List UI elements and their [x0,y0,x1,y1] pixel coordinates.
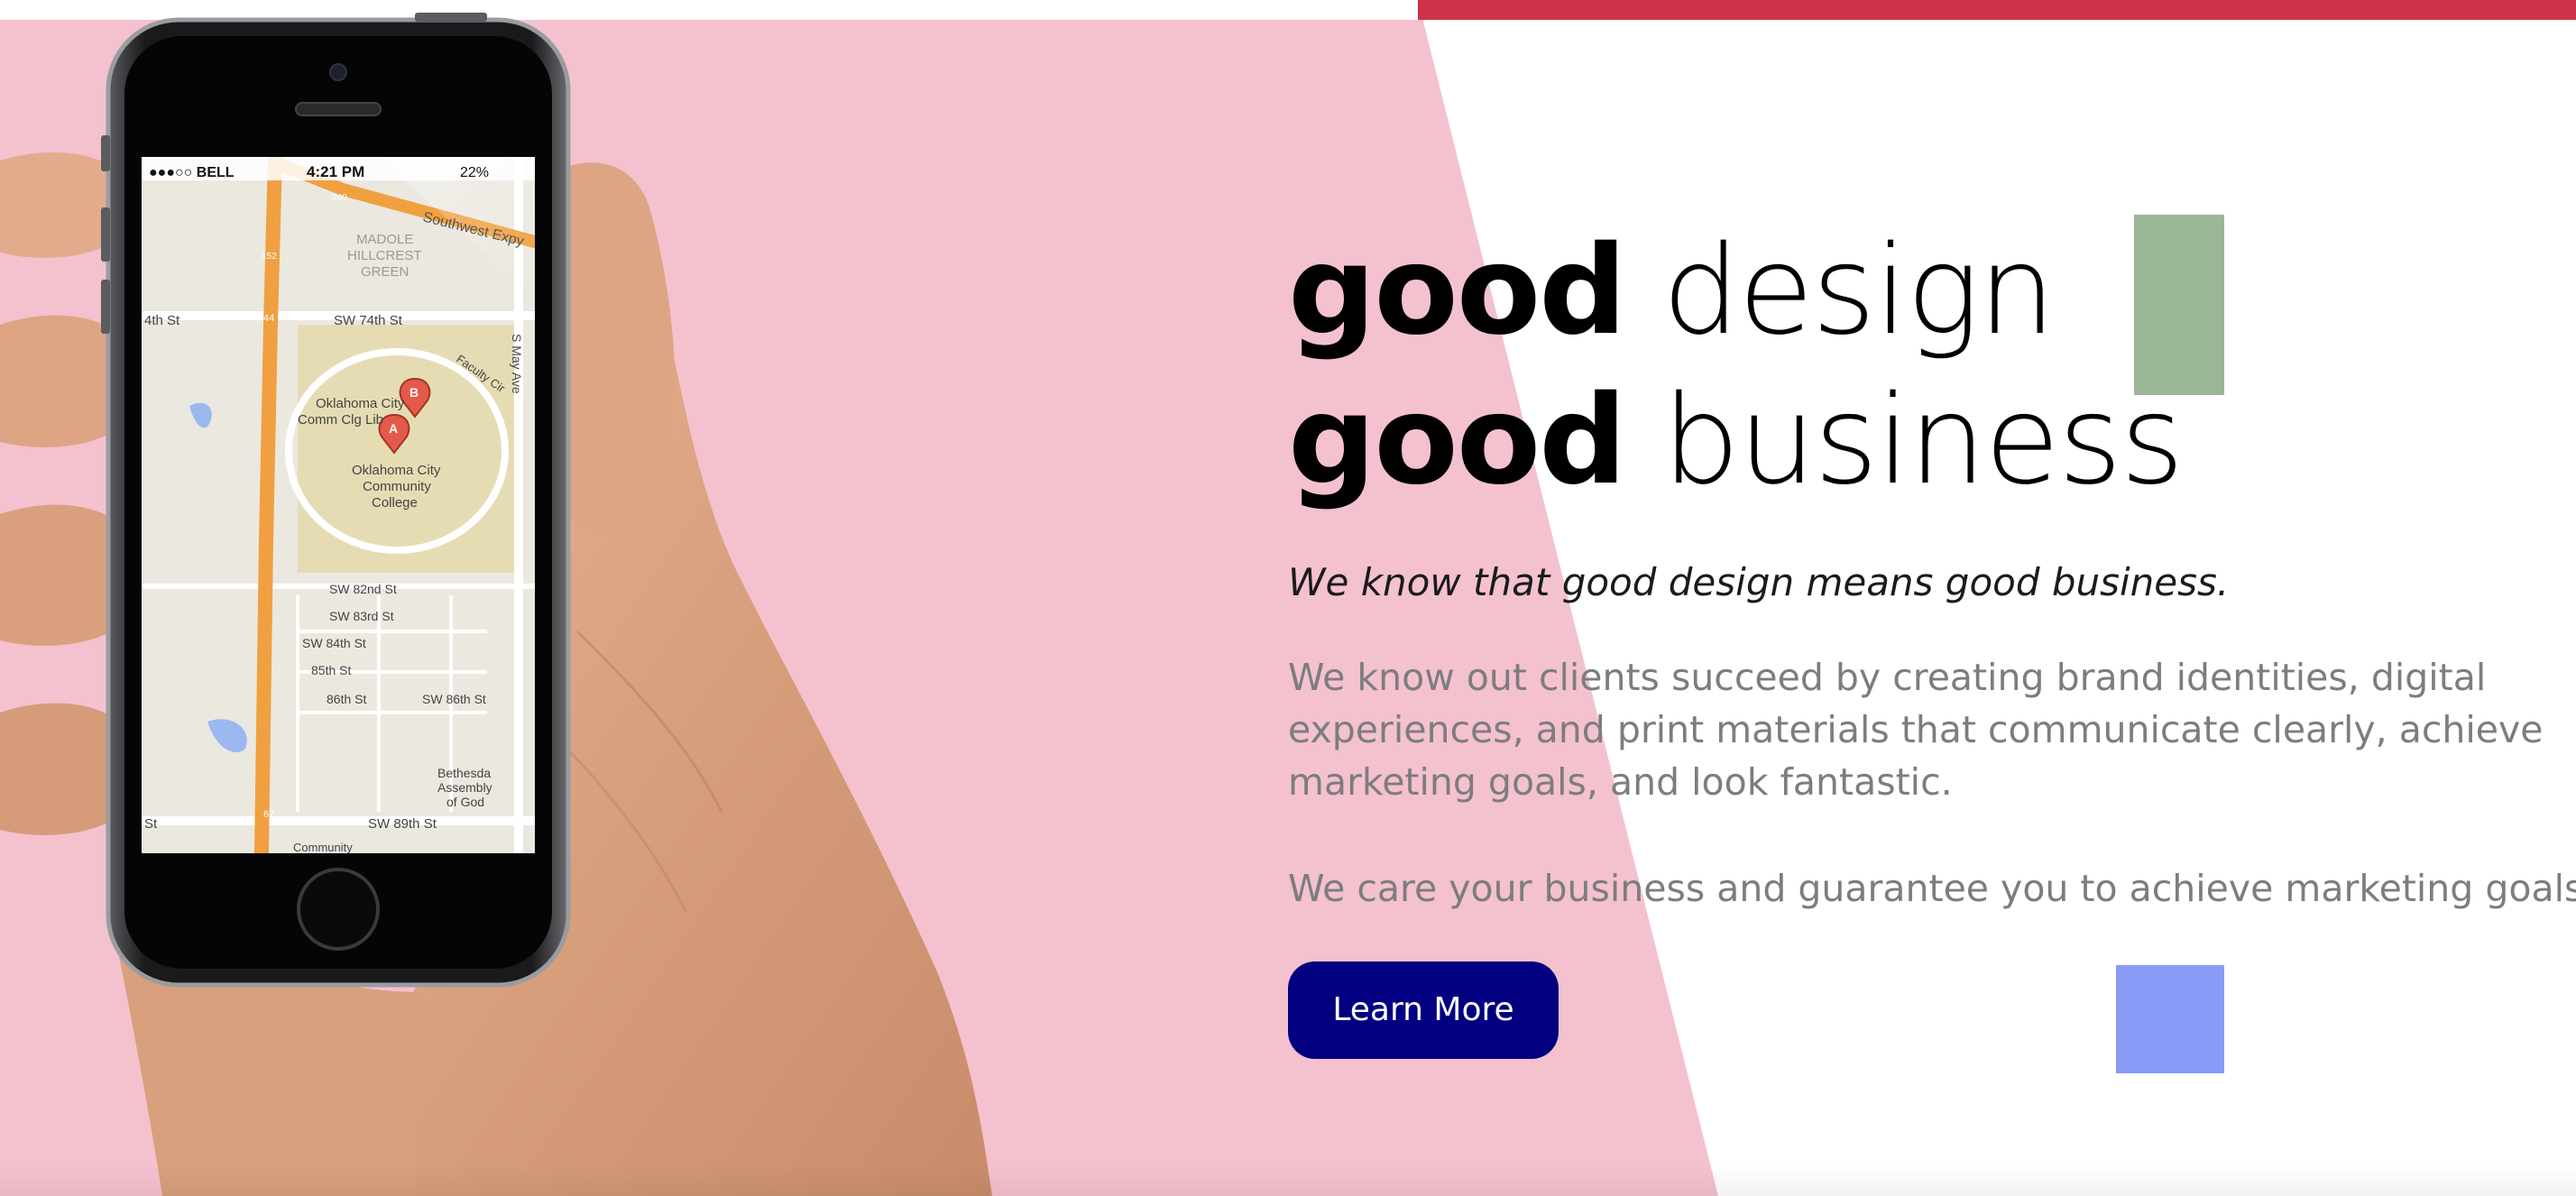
map-label-sw-86th: SW 86th St [422,692,486,706]
map-label-sw-89th: SW 89th St [368,816,437,832]
hand-holding-phone-illustration: ●●●○○ BELL 4:21 PM 22% MADOLE HILLCREST … [0,13,992,1196]
map-label-sw-83rd: SW 83rd St [329,609,394,623]
learn-more-button[interactable]: Learn More [1288,961,1559,1059]
status-time: 4:21 PM [307,163,364,180]
map-label-st: St [144,816,158,832]
headline-line-1-bold: good [1288,220,1627,363]
map-label-okc-lib: Oklahoma City [316,396,405,411]
map-label-hillcrest: HILLCREST [347,248,422,263]
map-marker-a: A [389,421,398,436]
hero-headline: good design good business [1288,216,2569,516]
bottom-shadow [0,1164,2576,1196]
map-label-okc-college-2: Community [363,479,431,494]
hero-content: good design good business We know that g… [1288,216,2576,1059]
map-label-bethesda-2: Assembly [437,780,492,795]
map-label-s-may-ave: S May Ave [510,334,524,394]
status-battery: 22% [460,165,489,180]
map-marker-b: B [409,385,419,400]
hero-paragraph-2: We care your business and guarantee you … [1288,867,2576,910]
headline-line-2: good business [1288,370,2185,512]
map-label-sw-84th: SW 84th St [302,636,366,650]
map-label-bethesda-3: of God [446,795,484,809]
headline-line-2-light: business [1661,370,2185,512]
map-label-sw-74th: SW 74th St [334,313,403,328]
map-shield-152: 152 [262,252,277,262]
map-label-green: GREEN [361,264,409,280]
map-label-sw-82nd: SW 82nd St [329,582,397,596]
headline-line-2-bold: good [1288,370,1627,512]
map-shield-240: 240 [332,193,347,203]
map-label-86th-st: 86th St [327,692,366,706]
top-accent-bar [1418,0,2576,20]
map-screen [142,157,535,853]
page: ●●●○○ BELL 4:21 PM 22% MADOLE HILLCREST … [0,0,2576,1196]
map-shield-44-a: 44 [263,313,274,324]
headline-line-1: good design [1288,220,2056,363]
hero-tagline: We know that good design means good busi… [1288,560,2230,604]
map-label-85th-st: 85th St [311,663,351,677]
map-label-community: Community [293,841,353,854]
map-label-bethesda-1: Bethesda [437,766,491,780]
map-label-madole: MADOLE [356,232,413,247]
map-label-okc-college-3: College [372,495,418,511]
map-label-4th-st: 4th St [144,313,180,328]
map-label-okc-lib-2: Comm Clg Lib [298,412,383,428]
headline-line-1-light: design [1661,220,2056,363]
hero-paragraph-1: We know out clients succeed by creating … [1288,656,2544,804]
map-shield-62: 62 [263,809,274,820]
smartphone [101,13,571,988]
status-carrier: ●●●○○ BELL [149,165,235,180]
map-label-okc-college-1: Oklahoma City [352,463,441,478]
